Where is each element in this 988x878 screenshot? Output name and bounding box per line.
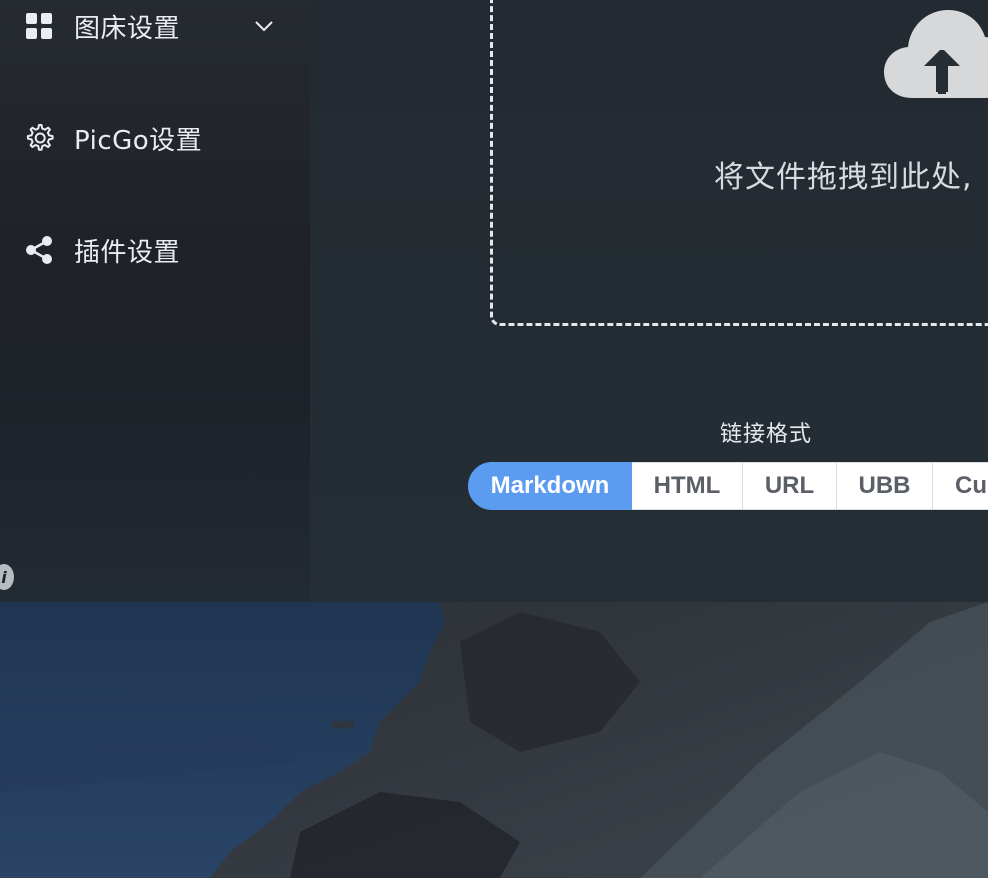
- cloud-upload-icon: [884, 10, 988, 98]
- app-window: 图床设置 PicGo设置 插件设置 i 将文件拖拽到此处, 链接格式 Markd…: [0, 0, 988, 602]
- chevron-down-icon[interactable]: [252, 14, 276, 38]
- sidebar-item-label: 图床设置: [74, 13, 181, 44]
- share-icon: [22, 233, 56, 267]
- main-panel: 将文件拖拽到此处, 链接格式 Markdown HTML URL UBB Cu: [310, 0, 988, 602]
- sidebar-item-image-hosting[interactable]: 图床设置: [22, 6, 180, 46]
- sidebar-item-label: PicGo设置: [74, 125, 203, 156]
- info-icon[interactable]: i: [0, 564, 14, 590]
- sidebar: 图床设置 PicGo设置 插件设置 i: [0, 0, 310, 602]
- link-format-selector: Markdown HTML URL UBB Cu: [468, 462, 988, 510]
- sidebar-item-plugin-settings[interactable]: 插件设置: [22, 230, 180, 270]
- sidebar-item-picgo-settings[interactable]: PicGo设置: [22, 118, 202, 158]
- link-format-title: 链接格式: [720, 422, 813, 447]
- grid-icon: [22, 9, 56, 43]
- drop-hint-text: 将文件拖拽到此处,: [714, 160, 973, 195]
- format-option-markdown[interactable]: Markdown: [468, 462, 632, 510]
- gear-icon: [22, 121, 56, 155]
- format-option-url[interactable]: URL: [743, 462, 837, 510]
- format-option-custom[interactable]: Cu: [933, 462, 988, 510]
- sidebar-item-label: 插件设置: [74, 237, 181, 268]
- format-option-html[interactable]: HTML: [632, 462, 743, 510]
- format-option-ubb[interactable]: UBB: [837, 462, 933, 510]
- desktop-wallpaper: [0, 602, 988, 878]
